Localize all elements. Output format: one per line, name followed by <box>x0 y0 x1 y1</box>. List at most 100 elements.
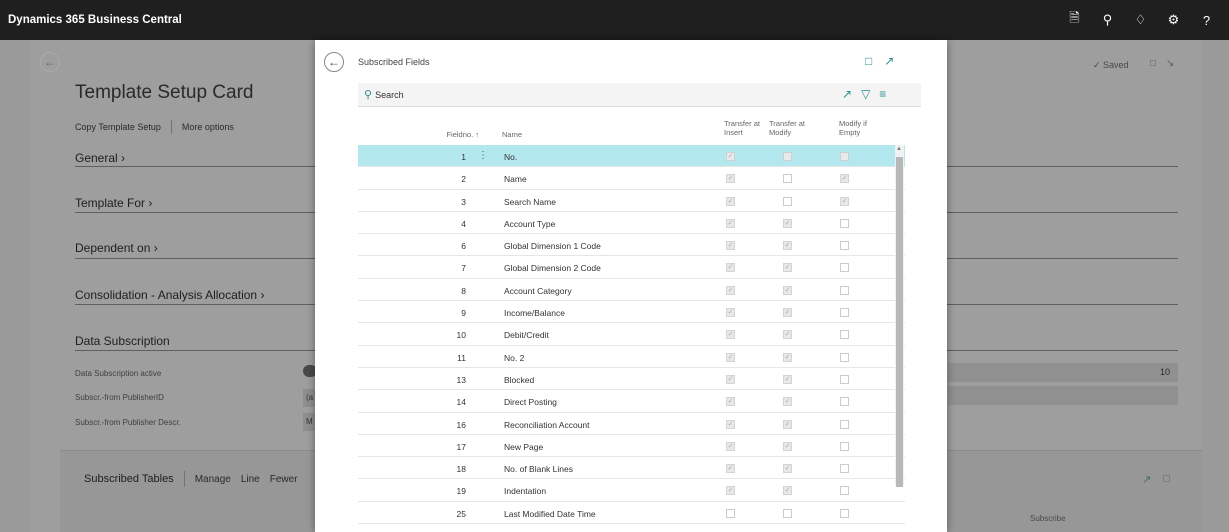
share-icon[interactable]: ↗ <box>842 87 852 101</box>
table-row[interactable]: 14 Direct Posting ✓ ✓ <box>358 390 905 413</box>
table-row[interactable]: 2 Name ✓ ✓ <box>358 167 905 190</box>
field-name: Reconciliation Account <box>504 419 590 430</box>
table-row[interactable]: 13 Blocked ✓ ✓ <box>358 368 905 391</box>
table-row[interactable]: 4 Account Type ✓ ✓ <box>358 212 905 235</box>
transfer-insert-checkbox[interactable]: ✓ <box>726 241 735 251</box>
transfer-insert-checkbox[interactable]: ✓ <box>726 419 735 429</box>
table-row[interactable]: 11 No. 2 ✓ ✓ <box>358 346 905 368</box>
transfer-insert-checkbox[interactable]: ✓ <box>726 486 735 496</box>
transfer-modify-checkbox[interactable] <box>783 174 792 184</box>
transfer-insert-checkbox[interactable]: ✓ <box>726 285 735 295</box>
transfer-modify-checkbox[interactable]: ✓ <box>783 464 792 474</box>
modify-if-empty-checkbox[interactable] <box>840 486 849 496</box>
column-header-modify-if-empty[interactable]: Modify if Empty <box>839 119 889 137</box>
column-header-transfer-modify[interactable]: Transfer at Modify <box>769 119 819 137</box>
modify-if-empty-checkbox[interactable] <box>840 263 849 273</box>
transfer-insert-checkbox[interactable]: ✓ <box>726 308 735 318</box>
transfer-modify-checkbox[interactable]: ✓ <box>783 419 792 429</box>
modify-if-empty-checkbox[interactable] <box>840 464 849 474</box>
app-title[interactable]: Dynamics 365 Business Central <box>0 14 182 26</box>
table-row[interactable]: 19 Indentation ✓ ✓ <box>358 479 905 502</box>
modify-if-empty-checkbox[interactable] <box>840 352 849 362</box>
table-row[interactable]: 18 No. of Blank Lines ✓ ✓ <box>358 457 905 480</box>
transfer-modify-checkbox[interactable]: ✓ <box>783 374 792 384</box>
modify-if-empty-checkbox[interactable] <box>840 330 849 340</box>
column-header-transfer-insert[interactable]: Transfer at Insert <box>724 119 774 137</box>
transfer-insert-checkbox[interactable]: ✓ <box>726 330 735 340</box>
modify-if-empty-checkbox[interactable] <box>840 218 849 228</box>
transfer-modify-checkbox[interactable]: ✓ <box>783 486 792 496</box>
vertical-scrollbar[interactable]: ▲ <box>895 145 904 487</box>
transfer-insert-checkbox[interactable]: ✓ <box>726 397 735 407</box>
transfer-modify-checkbox[interactable]: ✓ <box>783 352 792 362</box>
column-header-name[interactable]: Name <box>502 130 522 139</box>
column-header-fieldno[interactable]: Fieldno. ↑ <box>423 130 479 139</box>
transfer-modify-checkbox[interactable]: ✓ <box>783 397 792 407</box>
modify-if-empty-checkbox[interactable] <box>840 374 849 384</box>
transfer-modify-checkbox[interactable] <box>783 152 792 161</box>
scroll-up-icon[interactable]: ▲ <box>896 146 902 152</box>
document-icon[interactable]: 🗎 <box>1058 9 1091 31</box>
table-row[interactable]: 3 Search Name ✓ ✓ <box>358 190 905 212</box>
transfer-modify-checkbox[interactable]: ✓ <box>783 441 792 451</box>
table-row[interactable]: 9 Income/Balance ✓ ✓ <box>358 301 905 324</box>
transfer-insert-checkbox[interactable]: ✓ <box>726 218 735 228</box>
search-button[interactable]: ⚲ Search <box>364 88 404 101</box>
modify-if-empty-checkbox[interactable] <box>840 152 849 161</box>
field-number: 19 <box>456 486 466 497</box>
table-header: Fieldno. ↑ Name Transfer at Insert Trans… <box>315 116 947 144</box>
transfer-insert-checkbox[interactable]: ✓ <box>726 263 735 273</box>
expand-icon[interactable]: ↗ <box>884 54 894 68</box>
transfer-insert-checkbox[interactable] <box>726 508 735 518</box>
transfer-modify-checkbox[interactable]: ✓ <box>783 241 792 251</box>
field-name: Indentation <box>504 486 547 497</box>
app-bar: Dynamics 365 Business Central 🗎 ⚲ ♢ ⚙ ? <box>0 0 1229 40</box>
field-name: Global Dimension 2 Code <box>504 263 601 274</box>
transfer-modify-checkbox[interactable]: ✓ <box>783 218 792 228</box>
gear-icon[interactable]: ⚙ <box>1157 12 1190 28</box>
bell-icon[interactable]: ♢ <box>1124 12 1157 28</box>
transfer-modify-checkbox[interactable]: ✓ <box>783 285 792 295</box>
filter-icon[interactable]: ▽ <box>861 87 870 101</box>
transfer-modify-checkbox[interactable] <box>783 196 792 206</box>
transfer-modify-checkbox[interactable]: ✓ <box>783 263 792 273</box>
table-row[interactable]: 25 Last Modified Date Time <box>358 502 905 525</box>
transfer-insert-checkbox[interactable]: ✓ <box>726 441 735 451</box>
table-row[interactable]: 1 ⋮ No. ✓ <box>358 145 905 168</box>
table-row[interactable]: 10 Debit/Credit ✓ ✓ <box>358 323 905 346</box>
table-row[interactable]: 17 New Page ✓ ✓ <box>358 435 905 458</box>
table-row[interactable]: 8 Account Category ✓ ✓ <box>358 279 905 302</box>
table-row[interactable]: 6 Global Dimension 1 Code ✓ ✓ <box>358 234 905 257</box>
modify-if-empty-checkbox[interactable] <box>840 308 849 318</box>
table-row[interactable]: 16 Reconciliation Account ✓ ✓ <box>358 413 905 435</box>
transfer-insert-checkbox[interactable]: ✓ <box>726 152 735 161</box>
transfer-insert-checkbox[interactable]: ✓ <box>726 464 735 474</box>
open-new-window-icon[interactable]: □ <box>865 54 872 68</box>
field-number: 18 <box>456 464 466 475</box>
transfer-modify-checkbox[interactable]: ✓ <box>783 330 792 340</box>
back-icon[interactable]: ← <box>324 52 344 72</box>
transfer-insert-checkbox[interactable]: ✓ <box>726 196 735 206</box>
modify-if-empty-checkbox[interactable] <box>840 508 849 518</box>
row-menu-icon[interactable]: ⋮ <box>478 150 488 161</box>
modify-if-empty-checkbox[interactable]: ✓ <box>840 196 849 206</box>
modify-if-empty-checkbox[interactable] <box>840 241 849 251</box>
transfer-insert-checkbox[interactable]: ✓ <box>726 352 735 362</box>
search-icon[interactable]: ⚲ <box>1091 12 1124 28</box>
modify-if-empty-checkbox[interactable] <box>840 441 849 451</box>
transfer-insert-checkbox[interactable]: ✓ <box>726 174 735 184</box>
back-icon[interactable]: ← <box>40 52 60 72</box>
field-name: No. 2 <box>504 352 525 363</box>
field-name: Income/Balance <box>504 308 565 319</box>
list-view-icon[interactable]: ≡ <box>879 87 886 101</box>
modify-if-empty-checkbox[interactable]: ✓ <box>840 174 849 184</box>
transfer-modify-checkbox[interactable] <box>783 508 792 518</box>
transfer-modify-checkbox[interactable]: ✓ <box>783 308 792 318</box>
modify-if-empty-checkbox[interactable] <box>840 397 849 407</box>
modify-if-empty-checkbox[interactable] <box>840 419 849 429</box>
table-row[interactable]: 7 Global Dimension 2 Code ✓ ✓ <box>358 256 905 279</box>
scrollbar-thumb[interactable] <box>896 157 903 487</box>
modify-if-empty-checkbox[interactable] <box>840 285 849 295</box>
transfer-insert-checkbox[interactable]: ✓ <box>726 374 735 384</box>
help-icon[interactable]: ? <box>1190 13 1223 28</box>
